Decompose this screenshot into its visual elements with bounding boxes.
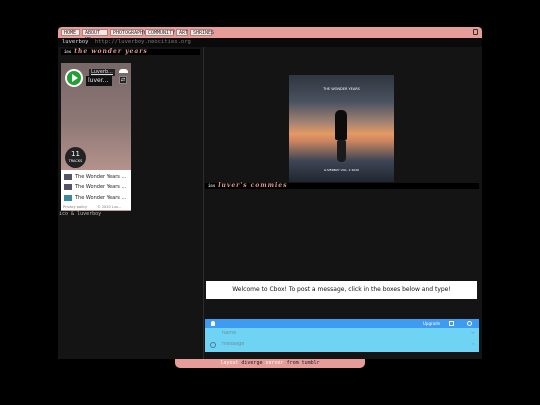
track-name: The Wonder Years ... <box>75 195 127 201</box>
send-icon[interactable]: › <box>472 339 474 349</box>
track-count: 11 <box>71 150 80 158</box>
track-count-badge: 11 TRACKS <box>65 147 86 168</box>
section-title: the wonder years <box>74 48 148 55</box>
footer-bar: layout diverge server from tumblr <box>175 359 365 368</box>
main-window: HOME ABOUT ME PHOTOGRAPHY COMMUNITY ART … <box>58 27 482 359</box>
refresh-icon[interactable] <box>467 321 472 326</box>
nav-shrines[interactable]: SHRINES <box>190 29 214 36</box>
footer-by-word: server <box>265 360 284 366</box>
figure-reflection <box>337 140 346 162</box>
site-url[interactable]: http://luverboy.neocities.org <box>95 39 191 45</box>
player-artist[interactable]: Luverb... <box>89 69 115 76</box>
track-name: The Wonder Years ... <box>75 184 127 190</box>
footer-source[interactable]: tumblr <box>302 360 320 366</box>
external-link-icon[interactable] <box>449 321 454 326</box>
track-name: The Wonder Years ... <box>75 174 127 180</box>
user-icon[interactable] <box>211 321 215 326</box>
play-button[interactable] <box>65 69 83 87</box>
name-input[interactable]: name <box>222 328 236 338</box>
nav-community[interactable]: COMMUNITY <box>145 29 175 36</box>
cbox-welcome: Welcome to Cbox! To post a message, clic… <box>206 281 477 299</box>
player-footer: Privacy policy © 2020 Luv... <box>61 204 131 210</box>
silhouette-figure <box>335 110 347 140</box>
photo-caption: THE WONDER YEARS <box>323 87 360 91</box>
cbox-toolbar: Upgrade <box>205 319 479 328</box>
repeat-icon[interactable]: ⇄ <box>119 76 127 84</box>
track-list: The Wonder Years ... The Wonder Years ..… <box>61 170 131 204</box>
column-divider <box>203 47 204 359</box>
nav-home[interactable]: HOME <box>61 29 80 36</box>
photo-subcaption: LUVERBOY VOL. 2 2020 <box>323 168 360 172</box>
nav-bar: HOME ABOUT ME PHOTOGRAPHY COMMUNITY ART … <box>58 27 482 43</box>
player-copyright: © 2020 Luv... <box>97 205 122 209</box>
site-name: luverboy <box>62 39 89 45</box>
url-bar: luverboy http://luverboy.neocities.org <box>58 38 482 47</box>
footer-layout-word: layout <box>220 360 239 366</box>
emoji-icon[interactable] <box>210 342 216 348</box>
track-thumbnail <box>64 183 72 190</box>
cbox-form: name ⊸ message › <box>205 328 479 352</box>
player-track-title[interactable]: luver... <box>86 76 112 86</box>
tracks-label: TRACKS <box>68 159 83 163</box>
section-number: ins <box>64 49 72 54</box>
footer-layout-name[interactable]: diverge <box>241 360 262 366</box>
track-thumbnail <box>64 173 72 180</box>
section-title: luver's commies <box>218 182 288 189</box>
nav-about-me[interactable]: ABOUT ME <box>82 29 108 43</box>
nav-photography[interactable]: PHOTOGRAPHY <box>110 29 146 36</box>
track-row[interactable]: The Wonder Years ... <box>64 183 128 192</box>
message-input[interactable]: message <box>222 339 244 349</box>
key-icon[interactable]: ⊸ <box>471 328 474 338</box>
privacy-link[interactable]: Privacy policy <box>63 205 87 209</box>
track-row[interactable]: The Wonder Years ... <box>64 194 128 203</box>
nav-art[interactable]: ART <box>176 29 188 36</box>
track-row[interactable]: The Wonder Years ... <box>64 173 128 182</box>
section-number: ins <box>208 183 216 188</box>
section-header-wonder-years: ins the wonder years <box>61 49 200 55</box>
section-header-commies: ins luver's commies <box>205 183 479 189</box>
credit-text: ico & luverboy <box>59 211 102 217</box>
page-icon[interactable] <box>473 29 478 35</box>
footer-from-word: from <box>286 360 299 366</box>
track-thumbnail <box>64 194 72 201</box>
cloud-icon[interactable] <box>119 69 128 73</box>
play-icon <box>67 71 81 85</box>
featured-photo: THE WONDER YEARS LUVERBOY VOL. 2 2020 <box>289 75 394 182</box>
upgrade-link[interactable]: Upgrade <box>423 319 440 328</box>
